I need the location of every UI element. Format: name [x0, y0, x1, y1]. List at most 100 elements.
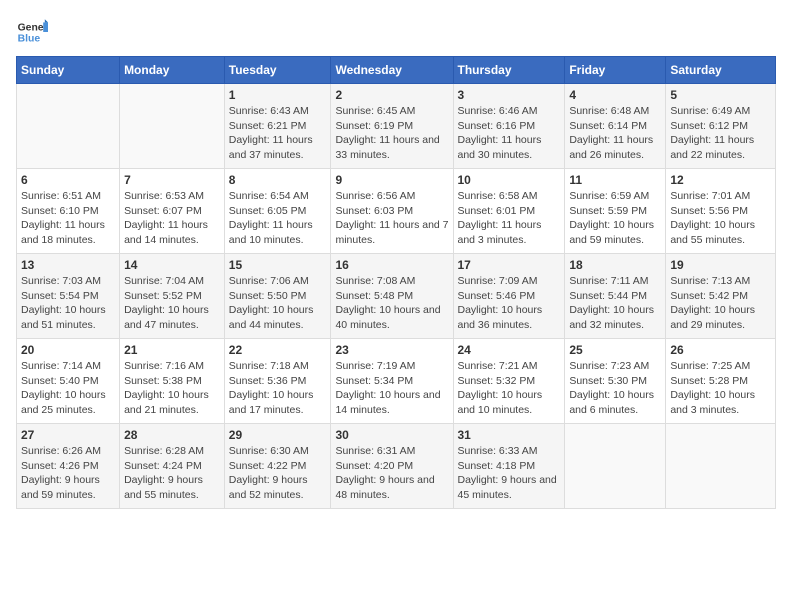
calendar-cell: 23Sunrise: 7:19 AM Sunset: 5:34 PM Dayli…	[331, 339, 453, 424]
calendar-cell	[666, 424, 776, 509]
day-number: 10	[458, 173, 561, 187]
day-number: 23	[335, 343, 448, 357]
day-number: 16	[335, 258, 448, 272]
calendar-table: SundayMondayTuesdayWednesdayThursdayFrid…	[16, 56, 776, 509]
calendar-cell: 12 Sunrise: 7:01 AM Sunset: 5:56 PM Dayli…	[666, 169, 776, 254]
calendar-cell: 24 Sunrise: 7:21 AM Sunset: 5:32 PM Dayli…	[453, 339, 565, 424]
day-detail: Sunrise: 7:11 AM Sunset: 5:44 PM Dayligh…	[569, 274, 661, 333]
weekday-header-wednesday: Wednesday	[331, 57, 453, 84]
day-detail: Sunrise: 7:23 AM Sunset: 5:30 PM Dayligh…	[569, 359, 661, 418]
day-detail: Sunrise: 7:01 AM Sunset: 5:56 PM Dayligh…	[670, 189, 771, 248]
day-detail: Sunrise: 6:33 AM Sunset: 4:18 PM Dayligh…	[458, 444, 561, 503]
day-detail: Sunrise: 6:30 AM Sunset: 4:22 PM Dayligh…	[229, 444, 327, 503]
calendar-cell: 2 Sunrise: 6:45 AM Sunset: 6:19 PM Daylig…	[331, 84, 453, 169]
day-detail: Sunrise: 7:18 AM Sunset: 5:36 PM Dayligh…	[229, 359, 327, 418]
calendar-cell: 10 Sunrise: 6:58 AM Sunset: 6:01 PM Dayli…	[453, 169, 565, 254]
day-number: 29	[229, 428, 327, 442]
day-number: 3	[458, 88, 561, 102]
day-detail: Sunrise: 7:04 AM Sunset: 5:52 PM Dayligh…	[124, 274, 220, 333]
day-number: 21	[124, 343, 220, 357]
calendar-cell: 16 Sunrise: 7:08 AM Sunset: 5:48 PM Dayli…	[331, 254, 453, 339]
day-number: 31	[458, 428, 561, 442]
day-detail: Sunrise: 6:31 AM Sunset: 4:20 PM Dayligh…	[335, 444, 448, 503]
weekday-header-friday: Friday	[565, 57, 666, 84]
day-detail: Sunrise: 6:28 AM Sunset: 4:24 PM Dayligh…	[124, 444, 220, 503]
calendar-cell: 30 Sunrise: 6:31 AM Sunset: 4:20 PM Dayli…	[331, 424, 453, 509]
logo: General Blue	[16, 16, 48, 48]
calendar-week-row: 20 Sunrise: 7:14 AM Sunset: 5:40 PM Dayli…	[17, 339, 776, 424]
day-detail: Sunrise: 7:08 AM Sunset: 5:48 PM Dayligh…	[335, 274, 448, 333]
day-number: 1	[229, 88, 327, 102]
calendar-cell: 17Sunrise: 7:09 AM Sunset: 5:46 PM Dayli…	[453, 254, 565, 339]
day-number: 18	[569, 258, 661, 272]
day-detail: Sunrise: 7:09 AM Sunset: 5:46 PM Dayligh…	[458, 274, 561, 333]
day-number: 20	[21, 343, 115, 357]
calendar-cell: 5 Sunrise: 6:49 AM Sunset: 6:12 PM Daylig…	[666, 84, 776, 169]
day-number: 28	[124, 428, 220, 442]
calendar-cell: 11 Sunrise: 6:59 AM Sunset: 5:59 PM Dayli…	[565, 169, 666, 254]
day-detail: Sunrise: 6:48 AM Sunset: 6:14 PM Dayligh…	[569, 104, 661, 163]
calendar-cell	[120, 84, 225, 169]
calendar-week-row: 13Sunrise: 7:03 AM Sunset: 5:54 PM Dayli…	[17, 254, 776, 339]
calendar-cell: 26 Sunrise: 7:25 AM Sunset: 5:28 PM Dayli…	[666, 339, 776, 424]
calendar-cell: 13Sunrise: 7:03 AM Sunset: 5:54 PM Dayli…	[17, 254, 120, 339]
calendar-week-row: 27Sunrise: 6:26 AM Sunset: 4:26 PM Dayli…	[17, 424, 776, 509]
day-detail: Sunrise: 6:43 AM Sunset: 6:21 PM Dayligh…	[229, 104, 327, 163]
day-number: 19	[670, 258, 771, 272]
day-number: 2	[335, 88, 448, 102]
calendar-cell: 21Sunrise: 7:16 AM Sunset: 5:38 PM Dayli…	[120, 339, 225, 424]
day-detail: Sunrise: 6:45 AM Sunset: 6:19 PM Dayligh…	[335, 104, 448, 163]
day-detail: Sunrise: 6:53 AM Sunset: 6:07 PM Dayligh…	[124, 189, 220, 248]
day-detail: Sunrise: 6:58 AM Sunset: 6:01 PM Dayligh…	[458, 189, 561, 248]
calendar-cell: 22 Sunrise: 7:18 AM Sunset: 5:36 PM Dayli…	[224, 339, 331, 424]
day-number: 8	[229, 173, 327, 187]
day-number: 25	[569, 343, 661, 357]
weekday-header-tuesday: Tuesday	[224, 57, 331, 84]
day-number: 24	[458, 343, 561, 357]
day-detail: Sunrise: 6:59 AM Sunset: 5:59 PM Dayligh…	[569, 189, 661, 248]
calendar-cell: 9Sunrise: 6:56 AM Sunset: 6:03 PM Daylig…	[331, 169, 453, 254]
calendar-cell: 28 Sunrise: 6:28 AM Sunset: 4:24 PM Dayli…	[120, 424, 225, 509]
calendar-cell: 8Sunrise: 6:54 AM Sunset: 6:05 PM Daylig…	[224, 169, 331, 254]
calendar-cell: 19 Sunrise: 7:13 AM Sunset: 5:42 PM Dayli…	[666, 254, 776, 339]
calendar-cell: 25 Sunrise: 7:23 AM Sunset: 5:30 PM Dayli…	[565, 339, 666, 424]
calendar-cell: 6 Sunrise: 6:51 AM Sunset: 6:10 PM Daylig…	[17, 169, 120, 254]
calendar-cell: 4Sunrise: 6:48 AM Sunset: 6:14 PM Daylig…	[565, 84, 666, 169]
day-detail: Sunrise: 6:46 AM Sunset: 6:16 PM Dayligh…	[458, 104, 561, 163]
weekday-header-row: SundayMondayTuesdayWednesdayThursdayFrid…	[17, 57, 776, 84]
day-detail: Sunrise: 6:51 AM Sunset: 6:10 PM Dayligh…	[21, 189, 115, 248]
page-header: General Blue	[16, 16, 776, 48]
calendar-cell: 14 Sunrise: 7:04 AM Sunset: 5:52 PM Dayli…	[120, 254, 225, 339]
calendar-cell: 7 Sunrise: 6:53 AM Sunset: 6:07 PM Daylig…	[120, 169, 225, 254]
calendar-cell	[17, 84, 120, 169]
calendar-cell: 31 Sunrise: 6:33 AM Sunset: 4:18 PM Dayli…	[453, 424, 565, 509]
weekday-header-thursday: Thursday	[453, 57, 565, 84]
day-detail: Sunrise: 7:14 AM Sunset: 5:40 PM Dayligh…	[21, 359, 115, 418]
day-detail: Sunrise: 7:25 AM Sunset: 5:28 PM Dayligh…	[670, 359, 771, 418]
calendar-cell: 27Sunrise: 6:26 AM Sunset: 4:26 PM Dayli…	[17, 424, 120, 509]
day-number: 22	[229, 343, 327, 357]
calendar-cell: 20 Sunrise: 7:14 AM Sunset: 5:40 PM Dayli…	[17, 339, 120, 424]
day-detail: Sunrise: 7:06 AM Sunset: 5:50 PM Dayligh…	[229, 274, 327, 333]
calendar-week-row: 6 Sunrise: 6:51 AM Sunset: 6:10 PM Daylig…	[17, 169, 776, 254]
day-number: 11	[569, 173, 661, 187]
weekday-header-saturday: Saturday	[666, 57, 776, 84]
day-detail: Sunrise: 6:26 AM Sunset: 4:26 PM Dayligh…	[21, 444, 115, 503]
calendar-week-row: 1 Sunrise: 6:43 AM Sunset: 6:21 PM Daylig…	[17, 84, 776, 169]
calendar-cell	[565, 424, 666, 509]
day-detail: Sunrise: 6:49 AM Sunset: 6:12 PM Dayligh…	[670, 104, 771, 163]
day-number: 14	[124, 258, 220, 272]
day-number: 12	[670, 173, 771, 187]
day-number: 26	[670, 343, 771, 357]
day-number: 5	[670, 88, 771, 102]
day-number: 15	[229, 258, 327, 272]
day-number: 7	[124, 173, 220, 187]
day-detail: Sunrise: 7:13 AM Sunset: 5:42 PM Dayligh…	[670, 274, 771, 333]
svg-text:Blue: Blue	[18, 34, 41, 45]
calendar-cell: 29 Sunrise: 6:30 AM Sunset: 4:22 PM Dayli…	[224, 424, 331, 509]
day-detail: Sunrise: 7:21 AM Sunset: 5:32 PM Dayligh…	[458, 359, 561, 418]
weekday-header-monday: Monday	[120, 57, 225, 84]
day-number: 6	[21, 173, 115, 187]
day-detail: Sunrise: 7:03 AM Sunset: 5:54 PM Dayligh…	[21, 274, 115, 333]
day-number: 30	[335, 428, 448, 442]
